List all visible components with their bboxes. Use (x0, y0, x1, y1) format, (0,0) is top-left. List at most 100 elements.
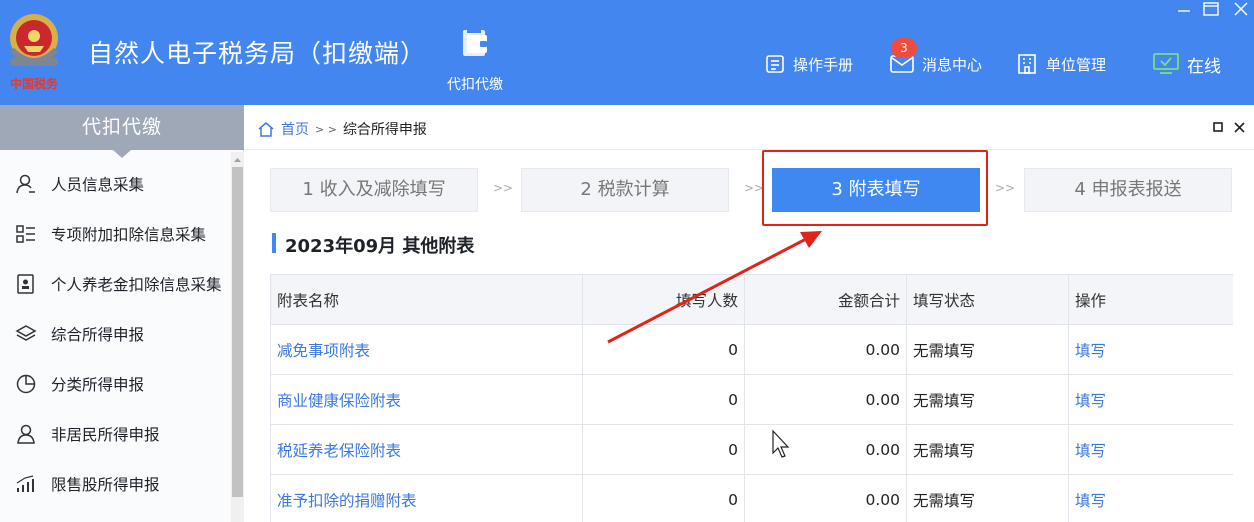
svg-text:中国税务: 中国税务 (10, 76, 59, 91)
fill-count-cell: 0 (582, 474, 745, 522)
fill-count-cell: 0 (582, 424, 745, 475)
sidebar-item-comprehensive-income[interactable]: 综合所得申报 (0, 308, 230, 358)
document-icon (17, 274, 34, 294)
sidebar-scrollbar[interactable] (231, 152, 244, 522)
messages-label: 消息中心 (922, 55, 983, 74)
top-header-bar: 中国税务 自然人电子税务局（扣缴端） 代扣代缴 操作手册 消息中心 3 单位管理… (0, 0, 1254, 105)
monitor-check-icon (1153, 53, 1179, 74)
sidebar-item-personnel-info[interactable]: 人员信息采集 (0, 158, 230, 208)
sidebar-item-nonresident-income[interactable]: 非居民所得申报 (0, 408, 230, 458)
close-icon (1234, 2, 1248, 16)
sidebar-item-label: 专项附加扣除信息采集 (51, 226, 207, 244)
unit-management-button[interactable]: 单位管理 (1016, 50, 1106, 78)
table-header-row: 附表名称 填写人数 金额合计 填写状态 操作 (270, 274, 1233, 325)
restore-icon (1213, 122, 1223, 132)
step-income-deduction[interactable]: 1 收入及减除填写 (270, 168, 478, 212)
sidebar-item-restricted-shares[interactable]: 限售股所得申报 (0, 458, 230, 508)
column-header-name: 附表名称 (270, 274, 583, 325)
manual-icon (766, 55, 784, 73)
fill-count-cell: 0 (582, 324, 745, 375)
list-icon (16, 225, 35, 243)
person-outline-icon (17, 424, 35, 444)
sidebar-item-label: 个人养老金扣除信息采集 (51, 276, 222, 294)
minimize-button[interactable] (1174, 0, 1194, 18)
app-window: 中国税务 自然人电子税务局（扣缴端） 代扣代缴 操作手册 消息中心 3 单位管理… (0, 0, 1254, 522)
pie-icon (16, 374, 36, 394)
minimize-icon (1178, 10, 1190, 12)
person-icon (16, 174, 35, 194)
module-tab-withholding[interactable]: 代扣代缴 (430, 22, 520, 98)
column-header-status: 填写状态 (906, 274, 1069, 325)
sidebar-item-label: 综合所得申报 (51, 326, 145, 344)
close-pane-button[interactable] (1232, 120, 1246, 134)
online-status[interactable]: 在线 (1153, 50, 1221, 78)
table-row: 准予扣除的捐赠附表 0 0.00 无需填写 填写 (270, 474, 1233, 522)
fill-status-cell: 无需填写 (906, 424, 1069, 475)
sidebar-item-label: 分类所得申报 (51, 376, 145, 394)
step-separator: >> (493, 181, 514, 195)
fill-count-cell: 0 (582, 374, 745, 425)
home-icon[interactable] (257, 121, 275, 137)
table-row: 减免事项附表 0 0.00 无需填写 填写 (270, 324, 1233, 375)
table-row: 税延养老保险附表 0 0.00 无需填写 填写 (270, 424, 1233, 475)
breadcrumb-home-link[interactable]: 首页 (281, 119, 309, 139)
sidebar-item-special-deduction[interactable]: 专项附加扣除信息采集 (0, 208, 230, 258)
fill-action-link[interactable]: 填写 (1068, 324, 1233, 375)
message-count-badge: 3 (891, 38, 917, 58)
sidebar-header-pointer (113, 150, 131, 158)
close-icon (1233, 121, 1245, 133)
restore-pane-button[interactable] (1211, 120, 1225, 134)
online-label: 在线 (1187, 56, 1221, 77)
close-window-button[interactable] (1231, 0, 1251, 18)
building-icon (1018, 54, 1036, 74)
sidebar-item-pension-deduction[interactable]: 个人养老金扣除信息采集 (0, 258, 230, 308)
step-separator: >> (995, 181, 1016, 195)
module-label: 代扣代缴 (447, 77, 503, 93)
table-row: 商业健康保险附表 0 0.00 无需填写 填写 (270, 374, 1233, 425)
attachment-name-link[interactable]: 减免事项附表 (270, 324, 583, 375)
tax-emblem-logo: 中国税务 (9, 14, 59, 91)
column-header-amount: 金额合计 (744, 274, 907, 325)
amount-total-cell: 0.00 (744, 374, 907, 425)
sidebar: 代扣代缴 人员信息采集 专项附加扣除信息采集 个人养老金扣除信息采集 综合所得申… (0, 105, 244, 522)
scrollbar-thumb[interactable] (232, 167, 243, 497)
scroll-up-arrow-icon[interactable] (231, 154, 244, 166)
step-submit-report[interactable]: 4 申报表报送 (1024, 168, 1232, 212)
attachments-table: 附表名称 填写人数 金额合计 填写状态 操作 减免事项附表 0 0.00 无需填… (270, 274, 1233, 522)
sidebar-item-label: 人员信息采集 (51, 176, 145, 194)
sidebar-item-label: 非居民所得申报 (51, 426, 160, 444)
sidebar-item-classified-income[interactable]: 分类所得申报 (0, 358, 230, 408)
fill-action-link[interactable]: 填写 (1068, 374, 1233, 425)
layers-icon (15, 325, 37, 341)
breadcrumb-bar: 首页 > > 综合所得申报 (245, 105, 1254, 150)
fill-action-link[interactable]: 填写 (1068, 474, 1233, 522)
column-header-action: 操作 (1068, 274, 1233, 325)
section-title: 2023年09月 其他附表 (285, 236, 475, 257)
manual-label: 操作手册 (793, 55, 854, 74)
breadcrumb-current: 综合所得申报 (342, 122, 427, 138)
manual-button[interactable]: 操作手册 (765, 50, 853, 78)
attachment-name-link[interactable]: 商业健康保险附表 (270, 374, 583, 425)
app-title: 自然人电子税务局（扣缴端） (88, 39, 427, 68)
fill-status-cell: 无需填写 (906, 324, 1069, 375)
amount-total-cell: 0.00 (744, 424, 907, 475)
step-tax-calculation[interactable]: 2 税款计算 (521, 168, 729, 212)
wallet-icon (463, 30, 487, 56)
amount-total-cell: 0.00 (744, 474, 907, 522)
attachment-name-link[interactable]: 税延养老保险附表 (270, 424, 583, 475)
column-header-count: 填写人数 (582, 274, 745, 325)
unit-management-label: 单位管理 (1046, 55, 1107, 74)
breadcrumb-separator: > > (315, 122, 337, 136)
fill-action-link[interactable]: 填写 (1068, 424, 1233, 475)
sidebar-header: 代扣代缴 (0, 105, 244, 150)
maximize-button[interactable] (1201, 0, 1221, 18)
fill-status-cell: 无需填写 (906, 474, 1069, 522)
sidebar-item-label: 限售股所得申报 (51, 476, 160, 494)
breadcrumb: 首页 > > 综合所得申报 (257, 119, 427, 139)
annotation-highlight-box (762, 150, 988, 226)
attachment-name-link[interactable]: 准予扣除的捐赠附表 (270, 474, 583, 522)
maximize-icon (1203, 2, 1219, 16)
fill-status-cell: 无需填写 (906, 374, 1069, 425)
section-accent-bar (272, 233, 276, 253)
bar-chart-icon (16, 475, 34, 492)
